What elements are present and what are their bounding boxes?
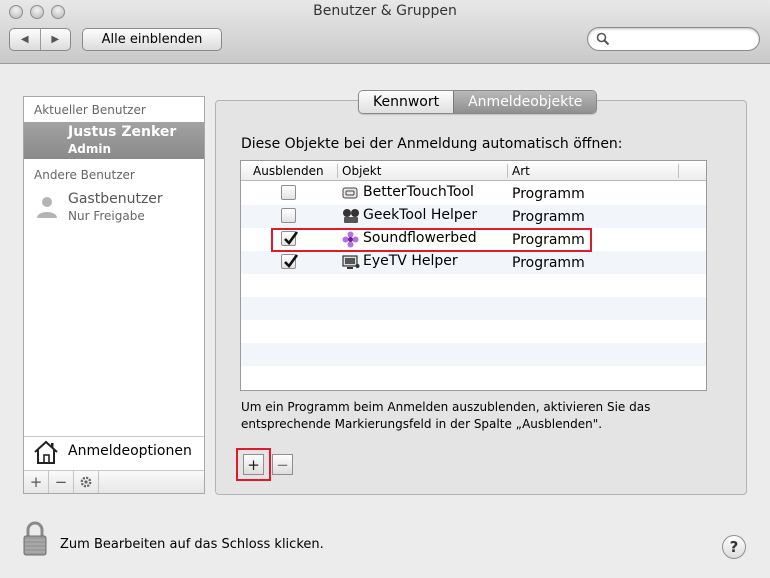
bettertouchtool-icon: [342, 187, 358, 199]
lock-instruction: Zum Bearbeiten auf das Schloss klicken.: [60, 537, 324, 552]
hide-help-line-1: Um ein Programm beim Anmelden auszublend…: [241, 400, 651, 414]
settings-menu-button[interactable]: [74, 471, 99, 493]
hide-checkbox[interactable]: [281, 208, 296, 223]
help-button[interactable]: ?: [722, 535, 746, 559]
search-field[interactable]: [587, 27, 760, 51]
title-bar: Benutzer & Gruppen ◀ ▶ Alle einblenden: [0, 0, 770, 64]
gear-icon: [80, 476, 92, 488]
table-row[interactable]: EyeTV Helper Programm: [241, 251, 706, 274]
lock-icon[interactable]: [22, 521, 48, 557]
tab-password[interactable]: Kennwort: [359, 91, 454, 113]
tab-bar: Kennwort Anmeldeobjekte: [358, 90, 598, 114]
remove-login-item-button[interactable]: −: [272, 454, 293, 475]
column-header-hide[interactable]: Ausblenden: [253, 164, 324, 178]
show-all-button[interactable]: Alle einblenden: [82, 28, 222, 51]
item-name: EyeTV Helper: [363, 253, 458, 269]
highlight-add-button: [236, 448, 271, 481]
sidebar-item-current-user[interactable]: Justus Zenker Admin: [24, 122, 204, 159]
other-users-heading: Andere Benutzer: [34, 168, 135, 182]
person-icon: [37, 197, 57, 218]
item-type: Programm: [512, 255, 585, 271]
house-icon: [34, 440, 58, 464]
login-options-label: Anmeldeoptionen: [68, 443, 192, 459]
hide-help-text: Um ein Programm beim Anmelden auszublend…: [241, 399, 681, 433]
sidebar-toolbar: + −: [24, 470, 204, 493]
column-header-item[interactable]: Objekt: [342, 164, 381, 178]
item-name: BetterTouchTool: [363, 184, 474, 200]
current-user-heading: Aktueller Benutzer: [34, 103, 146, 117]
table-header: Ausblenden Objekt Art: [241, 161, 706, 181]
user-sidebar: Aktueller Benutzer Justus Zenker Admin A…: [23, 96, 205, 494]
geektool-icon: [343, 209, 359, 223]
highlight-soundflowerbed-row: [271, 228, 592, 252]
hide-checkbox[interactable]: [281, 185, 296, 200]
login-items-table: Ausblenden Objekt Art BetterTouchTool Pr…: [240, 160, 707, 391]
item-name: GeekTool Helper: [363, 207, 478, 223]
window-title: Benutzer & Gruppen: [313, 3, 457, 19]
table-row[interactable]: GeekTool Helper Programm: [241, 205, 706, 228]
login-options-item[interactable]: Anmeldeoptionen: [24, 436, 204, 466]
back-button[interactable]: ◀: [10, 29, 41, 50]
login-items-instruction: Diese Objekte bei der Anmeldung automati…: [241, 136, 623, 152]
item-type: Programm: [512, 209, 585, 225]
forward-button[interactable]: ▶: [41, 29, 71, 50]
checkmark-icon: [284, 254, 299, 268]
current-user-role: Admin: [68, 142, 112, 156]
guest-user-role: Nur Freigabe: [68, 209, 145, 223]
hide-help-line-2: entsprechende Markierungsfeld in der Spa…: [241, 417, 603, 431]
tab-login-items[interactable]: Anmeldeobjekte: [453, 91, 597, 113]
back-forward-control: ◀ ▶: [9, 28, 71, 51]
remove-user-button[interactable]: −: [49, 471, 74, 493]
guest-user-name: Gastbenutzer: [68, 191, 163, 207]
table-row[interactable]: BetterTouchTool Programm: [241, 182, 706, 205]
item-type: Programm: [512, 186, 585, 202]
search-icon: [596, 32, 610, 46]
current-user-name: Justus Zenker: [68, 124, 177, 140]
add-user-button[interactable]: +: [24, 471, 49, 493]
column-header-type[interactable]: Art: [512, 164, 530, 178]
eyetv-icon: [342, 255, 360, 269]
hide-checkbox[interactable]: [281, 254, 299, 269]
